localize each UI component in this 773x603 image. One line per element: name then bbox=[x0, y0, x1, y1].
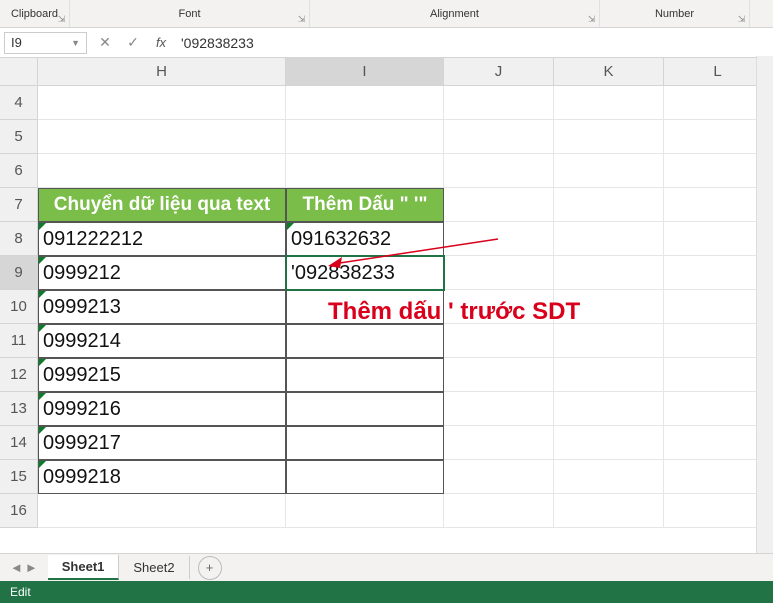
row-header-6[interactable]: 6 bbox=[0, 154, 38, 188]
row-header-8[interactable]: 8 bbox=[0, 222, 38, 256]
cell[interactable] bbox=[444, 392, 554, 426]
cell[interactable] bbox=[554, 426, 664, 460]
tab-prev-icon[interactable]: ◄ bbox=[10, 560, 23, 575]
row-header-13[interactable]: 13 bbox=[0, 392, 38, 426]
annotation-text: Thêm dấu ' trước SDT bbox=[328, 298, 580, 326]
cell[interactable] bbox=[554, 460, 664, 494]
cell[interactable] bbox=[286, 426, 444, 460]
cell[interactable] bbox=[554, 494, 664, 528]
new-sheet-button[interactable]: + bbox=[198, 556, 222, 580]
cell[interactable] bbox=[38, 120, 286, 154]
dialog-launcher-icon[interactable]: ⇲ bbox=[56, 14, 67, 25]
col-header-H[interactable]: H bbox=[38, 58, 286, 86]
cell[interactable]: 0999214 bbox=[38, 324, 286, 358]
cell[interactable] bbox=[554, 120, 664, 154]
ribbon-group-clipboard: Clipboard ⇲ bbox=[0, 0, 70, 27]
cell[interactable] bbox=[286, 494, 444, 528]
cell[interactable]: 0999213 bbox=[38, 290, 286, 324]
cell[interactable] bbox=[554, 154, 664, 188]
row-header-10[interactable]: 10 bbox=[0, 290, 38, 324]
cell[interactable] bbox=[554, 222, 664, 256]
cell[interactable] bbox=[554, 86, 664, 120]
cell[interactable] bbox=[554, 324, 664, 358]
cell[interactable] bbox=[286, 86, 444, 120]
cell[interactable]: 0999215 bbox=[38, 358, 286, 392]
row-header-16[interactable]: 16 bbox=[0, 494, 38, 528]
cell[interactable] bbox=[444, 324, 554, 358]
group-label: Alignment bbox=[430, 8, 479, 20]
cell[interactable] bbox=[554, 256, 664, 290]
group-label: Clipboard bbox=[11, 8, 58, 20]
name-box[interactable]: I9 ▼ bbox=[4, 32, 87, 54]
ribbon-group-number: Number ⇲ bbox=[600, 0, 750, 27]
cell[interactable] bbox=[444, 86, 554, 120]
dialog-launcher-icon[interactable]: ⇲ bbox=[296, 14, 307, 25]
status-bar: Edit bbox=[0, 581, 773, 603]
row-header-7[interactable]: 7 bbox=[0, 188, 38, 222]
cell-header-H[interactable]: Chuyển dữ liệu qua text bbox=[38, 188, 286, 222]
row-headers: 4 5 6 7 8 9 10 11 12 13 14 15 16 bbox=[0, 86, 38, 528]
cell[interactable] bbox=[286, 392, 444, 426]
name-box-value: I9 bbox=[11, 35, 22, 50]
cell[interactable] bbox=[444, 154, 554, 188]
cell[interactable] bbox=[554, 188, 664, 222]
row-header-14[interactable]: 14 bbox=[0, 426, 38, 460]
dropdown-icon[interactable]: ▼ bbox=[71, 38, 80, 48]
fx-button[interactable]: fx bbox=[147, 35, 175, 50]
cell[interactable] bbox=[38, 494, 286, 528]
enter-button[interactable]: ✓ bbox=[119, 34, 147, 51]
tab-next-icon[interactable]: ► bbox=[25, 560, 38, 575]
ribbon-group-font: Font ⇲ bbox=[70, 0, 310, 27]
cell[interactable] bbox=[286, 358, 444, 392]
row-header-4[interactable]: 4 bbox=[0, 86, 38, 120]
cell[interactable] bbox=[554, 392, 664, 426]
cell-header-I[interactable]: Thêm Dấu " '" bbox=[286, 188, 444, 222]
row-header-15[interactable]: 15 bbox=[0, 460, 38, 494]
col-header-K[interactable]: K bbox=[554, 58, 664, 86]
ribbon-group-labels: Clipboard ⇲ Font ⇲ Alignment ⇲ Number ⇲ bbox=[0, 0, 773, 28]
col-header-J[interactable]: J bbox=[444, 58, 554, 86]
cell[interactable] bbox=[444, 358, 554, 392]
column-headers: H I J K L bbox=[38, 58, 772, 86]
select-all-cells[interactable] bbox=[0, 58, 38, 86]
row-header-11[interactable]: 11 bbox=[0, 324, 38, 358]
cell[interactable]: 0999217 bbox=[38, 426, 286, 460]
cell[interactable]: 0999212 bbox=[38, 256, 286, 290]
cell[interactable] bbox=[444, 188, 554, 222]
dialog-launcher-icon[interactable]: ⇲ bbox=[586, 14, 597, 25]
cell[interactable] bbox=[444, 460, 554, 494]
cell[interactable] bbox=[444, 120, 554, 154]
cell[interactable]: 0999216 bbox=[38, 392, 286, 426]
formula-input[interactable]: '092838233 bbox=[175, 35, 773, 51]
cell[interactable] bbox=[554, 358, 664, 392]
sheet-tab-bar: ◄ ► Sheet1 Sheet2 + bbox=[0, 553, 773, 581]
cell[interactable] bbox=[444, 494, 554, 528]
group-label: Font bbox=[178, 8, 200, 20]
row-header-5[interactable]: 5 bbox=[0, 120, 38, 154]
cell[interactable]: 0999218 bbox=[38, 460, 286, 494]
cell[interactable] bbox=[286, 460, 444, 494]
cell[interactable] bbox=[286, 324, 444, 358]
cell[interactable] bbox=[286, 120, 444, 154]
cancel-button[interactable]: ✕ bbox=[91, 34, 119, 51]
group-label: Number bbox=[655, 8, 694, 20]
row-header-12[interactable]: 12 bbox=[0, 358, 38, 392]
annotation-arrow bbox=[328, 234, 508, 274]
sheet-tab-sheet2[interactable]: Sheet2 bbox=[119, 556, 189, 579]
cell[interactable] bbox=[286, 154, 444, 188]
formula-bar: I9 ▼ ✕ ✓ fx '092838233 bbox=[0, 28, 773, 58]
cell[interactable] bbox=[444, 426, 554, 460]
vertical-scrollbar[interactable] bbox=[756, 56, 773, 553]
sheet-tab-sheet1[interactable]: Sheet1 bbox=[48, 555, 120, 580]
dialog-launcher-icon[interactable]: ⇲ bbox=[736, 14, 747, 25]
ribbon-group-alignment: Alignment ⇲ bbox=[310, 0, 600, 27]
status-mode: Edit bbox=[10, 585, 31, 599]
sheet-area: H I J K L 4 5 6 7 8 9 10 11 12 13 14 15 … bbox=[0, 58, 773, 563]
cell[interactable]: 091222212 bbox=[38, 222, 286, 256]
col-header-I[interactable]: I bbox=[286, 58, 444, 86]
cell[interactable] bbox=[38, 86, 286, 120]
row-header-9[interactable]: 9 bbox=[0, 256, 38, 290]
tab-nav: ◄ ► bbox=[0, 560, 48, 575]
cell[interactable] bbox=[38, 154, 286, 188]
